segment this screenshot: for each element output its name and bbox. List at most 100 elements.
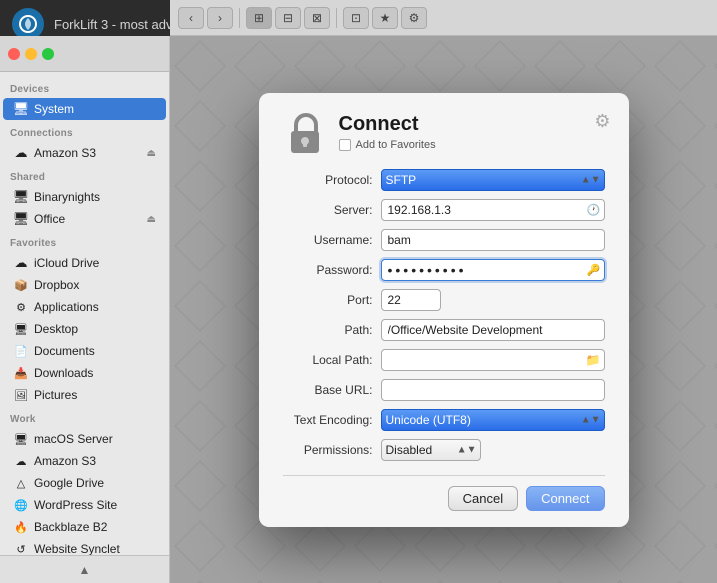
amazon-s3-icon: ☁ [13, 145, 29, 161]
sidebar-item-google-drive[interactable]: △ Google Drive [3, 472, 166, 494]
sidebar-item-macos-server[interactable]: 🖥 macOS Server [3, 428, 166, 450]
path-control [381, 319, 605, 341]
sidebar-item-dropbox[interactable]: 📦 Dropbox [3, 274, 166, 296]
protocol-select[interactable]: SFTP FTP FTPS S3 [381, 169, 605, 191]
folder-browse-icon[interactable]: 📁 [586, 353, 601, 367]
settings-button[interactable]: ⚙ [401, 7, 427, 29]
password-row: Password: 🔑 [283, 259, 605, 281]
back-button[interactable]: ‹ [178, 7, 204, 29]
permissions-row: Permissions: Disabled Enabled ▲▼ [283, 439, 605, 461]
password-control: 🔑 [381, 259, 605, 281]
local-path-input-wrap: 📁 [381, 349, 605, 371]
add-to-favorites-row[interactable]: Add to Favorites [339, 139, 605, 151]
sidebar-item-pictures[interactable]: 🖼 Pictures [3, 384, 166, 406]
loading-spinner: ⚙ [594, 111, 610, 132]
favorites-section-label: Favorites [0, 230, 169, 252]
permissions-select-wrapper[interactable]: Disabled Enabled ▲▼ [381, 439, 481, 461]
icloud-icon: ☁ [13, 255, 29, 271]
sidebar-item-documents[interactable]: 📄 Documents [3, 340, 166, 362]
protocol-select-wrapper[interactable]: SFTP FTP FTPS S3 ▲▼ [381, 169, 605, 191]
icloud-label: iCloud Drive [34, 256, 156, 270]
view-list-button[interactable]: ⊟ [275, 7, 301, 29]
local-path-control: 📁 [381, 349, 605, 371]
cancel-button[interactable]: Cancel [448, 486, 518, 511]
sidebar-item-amazon-s3-work[interactable]: ☁ Amazon S3 [3, 450, 166, 472]
username-control [381, 229, 605, 251]
eject-icon[interactable]: ⏏ [147, 148, 156, 159]
sidebar-item-desktop[interactable]: 🖥 Desktop [3, 318, 166, 340]
dialog-title-area: Connect Add to Favorites [339, 113, 605, 151]
downloads-icon: 📥 [13, 365, 29, 381]
documents-icon: 📄 [13, 343, 29, 359]
local-path-input[interactable] [381, 349, 605, 371]
action-button-2[interactable]: ★ [372, 7, 398, 29]
wordpress-icon: 🌐 [13, 497, 29, 513]
text-encoding-select[interactable]: Unicode (UTF8) ASCII UTF-16 [381, 409, 605, 431]
binarynights-icon: 🖥 [13, 189, 29, 205]
sidebar-item-office[interactable]: 🖥 Office ⏏ [3, 208, 166, 230]
sidebar-item-binarynights[interactable]: 🖥 Binarynights [3, 186, 166, 208]
base-url-label: Base URL: [283, 383, 373, 397]
website-synclet-label: Website Synclet [34, 542, 156, 556]
add-to-favorites-checkbox[interactable] [339, 139, 351, 151]
app-window: Devices 🖥 System Connections ☁ Amazon S3… [0, 48, 717, 583]
path-row: Path: [283, 319, 605, 341]
office-eject-icon[interactable]: ⏏ [147, 214, 156, 225]
local-path-row: Local Path: 📁 [283, 349, 605, 371]
pictures-icon: 🖼 [13, 387, 29, 403]
text-encoding-control: Unicode (UTF8) ASCII UTF-16 ▲▼ [381, 409, 605, 431]
username-input[interactable] [381, 229, 605, 251]
devices-section-label: Devices [0, 76, 169, 98]
binarynights-label: Binarynights [34, 190, 156, 204]
sidebar-item-wordpress[interactable]: 🌐 WordPress Site [3, 494, 166, 516]
forward-button[interactable]: › [207, 7, 233, 29]
permissions-select[interactable]: Disabled Enabled [381, 439, 481, 461]
sidebar-item-icloud-drive[interactable]: ☁ iCloud Drive [3, 252, 166, 274]
applications-label: Applications [34, 300, 156, 314]
view-grid-button[interactable]: ⊞ [246, 7, 272, 29]
dropbox-label: Dropbox [34, 278, 156, 292]
port-input[interactable] [381, 289, 441, 311]
view-icons-button[interactable]: ⊠ [304, 7, 330, 29]
dialog-footer: Cancel Connect [283, 475, 605, 511]
server-input[interactable] [381, 199, 605, 221]
backblaze-icon: 🔥 [13, 519, 29, 535]
work-section-label: Work [0, 406, 169, 428]
server-row: Server: 🕐 [283, 199, 605, 221]
action-button-1[interactable]: ⊡ [343, 7, 369, 29]
connect-button[interactable]: Connect [526, 486, 604, 511]
server-input-wrap: 🕐 [381, 199, 605, 221]
sidebar-item-downloads[interactable]: 📥 Downloads [3, 362, 166, 384]
sidebar-item-amazon-s3[interactable]: ☁ Amazon S3 ⏏ [3, 142, 166, 164]
amazon-s3-label: Amazon S3 [34, 146, 142, 160]
sidebar-item-system[interactable]: 🖥 System [3, 98, 166, 120]
close-button[interactable] [8, 48, 20, 60]
password-input-wrap: 🔑 [381, 259, 605, 281]
system-label: System [34, 102, 156, 116]
base-url-input[interactable] [381, 379, 605, 401]
path-label: Path: [283, 323, 373, 337]
port-row: Port: [283, 289, 605, 311]
text-encoding-label: Text Encoding: [283, 413, 373, 427]
desktop-icon: 🖥 [13, 321, 29, 337]
password-label: Password: [283, 263, 373, 277]
password-reveal-icon[interactable]: 🔑 [587, 263, 601, 276]
content-region: ‹ › ⊞ ⊟ ⊠ ⊡ ★ ⚙ [170, 0, 717, 583]
system-icon: 🖥 [13, 101, 29, 117]
base-url-control [381, 379, 605, 401]
path-input[interactable] [381, 319, 605, 341]
macos-server-icon: 🖥 [13, 431, 29, 447]
sidebar-scroll-up[interactable]: ▲ [0, 555, 169, 583]
maximize-button[interactable] [42, 48, 54, 60]
password-input[interactable] [381, 259, 605, 281]
sidebar-toolbar [0, 36, 169, 72]
sidebar-item-backblaze[interactable]: 🔥 Backblaze B2 [3, 516, 166, 538]
protocol-label: Protocol: [283, 173, 373, 187]
sidebar-item-applications[interactable]: ⚙ Applications [3, 296, 166, 318]
amazon-s3-work-icon: ☁ [13, 453, 29, 469]
text-encoding-select-wrapper[interactable]: Unicode (UTF8) ASCII UTF-16 ▲▼ [381, 409, 605, 431]
dialog-header: Connect Add to Favorites [283, 113, 605, 155]
minimize-button[interactable] [25, 48, 37, 60]
google-drive-label: Google Drive [34, 476, 156, 490]
connections-section-label: Connections [0, 120, 169, 142]
